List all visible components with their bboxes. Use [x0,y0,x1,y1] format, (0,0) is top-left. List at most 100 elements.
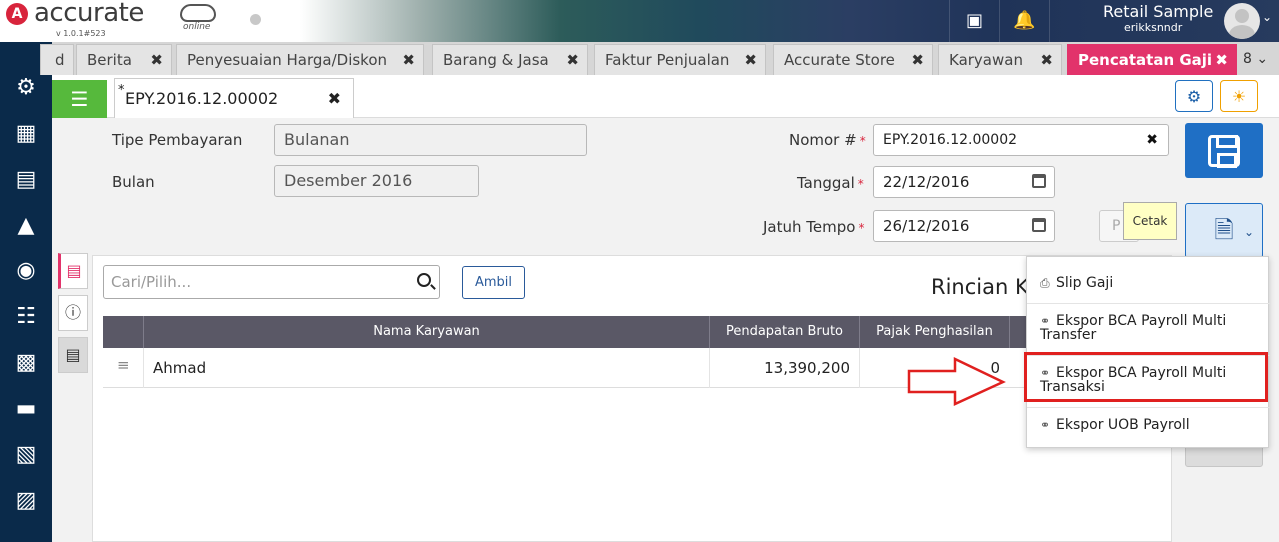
address-book-icon[interactable]: ▣ [949,0,999,42]
close-icon[interactable]: ✖ [1040,45,1053,75]
tab-strip: d Berita ✖ Penyesuaian Harga/Diskon ✖ Bara… [40,42,1279,75]
tab-label: Berita [87,51,132,69]
menu-item-label: Ekspor UOB Payroll [1056,417,1190,433]
menu-item-label: Ekspor BCA Payroll Multi Transfer [1040,313,1227,343]
status-dot [250,14,261,25]
header-handle-col [103,316,143,348]
tab-penyesuaian-harga[interactable]: Penyesuaian Harga/Diskon ✖ [176,44,424,75]
share-icon: ⚭ [1040,314,1051,328]
red-arrow-annotation [907,357,1006,406]
tab-faktur-penjualan[interactable]: Faktur Penjualan ✖ [594,44,766,75]
content-header: ☰ * EPY.2016.12.00002 ✖ ⚙ ☀ [52,75,1279,118]
tab-label: Pencatatan Gaji [1078,51,1213,69]
close-icon[interactable]: ✖ [744,45,757,75]
detail-tab[interactable]: ▤ [58,253,88,289]
tips-button[interactable]: ☀ [1220,80,1258,112]
tab-karyawan[interactable]: Karyawan ✖ [938,44,1062,75]
nomor-label: Nomor # * [789,131,866,149]
avatar[interactable] [1224,3,1260,39]
document-tab-label: EPY.2016.12.00002 [125,89,279,108]
brand-sub: online [183,22,211,32]
cart-icon[interactable]: ☷ [0,298,52,336]
close-icon[interactable]: ✖ [1215,45,1228,75]
jatuh-tempo-value: 26/12/2016 [883,217,970,235]
tab-overflow-count[interactable]: 8 ⌄ [1243,44,1268,75]
printer-icon: ⎙ [1040,276,1050,290]
chevron-down-icon[interactable]: ⌄ [1262,10,1272,24]
user-name[interactable]: Retail Sample [1103,2,1213,21]
jatuh-tempo-field[interactable]: 26/12/2016 [873,210,1055,242]
drag-handle-icon[interactable]: ≡ [117,356,130,374]
document-icon: ▤ [66,261,82,280]
jatuh-tempo-label-text: Jatuh Tempo [763,218,856,236]
jatuh-tempo-label: Jatuh Tempo * [763,218,864,236]
close-icon[interactable]: ✖ [911,45,924,75]
tab-barang-jasa[interactable]: Barang & Jasa ✖ [432,44,588,75]
menu-item-bca-multi-transfer[interactable]: ⚭ Ekspor BCA Payroll Multi Transfer [1027,303,1270,342]
nomor-label-text: Nomor # [789,131,857,149]
money-bag-icon[interactable]: ◉ [0,252,52,290]
search-placeholder: Cari/Pilih... [111,273,192,291]
tab-pencatatan-gaji[interactable]: Pencatatan Gaji ✖ [1067,44,1237,75]
ambil-button[interactable]: Ambil [462,266,525,299]
bank-icon[interactable]: ▲ [0,207,52,245]
tax-icon[interactable]: ▨ [0,482,52,520]
archive-tab[interactable]: ▤ [58,337,88,373]
accurate-logo-icon: A [6,3,28,25]
detail-panel: Cari/Pilih... Ambil Rincian Ka Nama Kary… [92,255,1172,542]
document-tab[interactable]: * EPY.2016.12.00002 ✖ [114,78,354,118]
user-id: erikksnndr [1124,21,1183,34]
tanggal-field[interactable]: 22/12/2016 [873,166,1055,198]
info-tab[interactable]: ⓘ [58,295,88,331]
close-icon[interactable]: ✖ [328,79,341,119]
menu-item-slip-gaji[interactable]: ⎙ Slip Gaji [1027,276,1270,290]
required-mark: * [859,134,866,148]
document-icon: 🗎 [1214,216,1234,244]
header-nama[interactable]: Nama Karyawan [143,316,709,348]
close-icon[interactable]: ✖ [150,45,163,75]
bell-icon[interactable]: 🔔 [999,0,1049,42]
calendar-icon[interactable] [1032,174,1046,188]
close-icon[interactable]: ✖ [566,45,579,75]
header-bruto[interactable]: Pendapatan Bruto [709,316,859,348]
cloud-icon [180,4,216,22]
building-icon[interactable]: ▦ [0,115,52,153]
version-label: v 1.0.1#523 [56,29,106,38]
unsaved-marker: * [118,83,125,98]
panel-title: Rincian Ka [931,275,1042,299]
close-icon[interactable]: ✖ [402,45,415,75]
search-input[interactable]: Cari/Pilih... [103,265,440,299]
book-icon[interactable]: ▤ [0,161,52,199]
print-button[interactable]: 🗎 ⌄ [1185,203,1263,258]
cash-register-icon[interactable]: ▧ [0,436,52,474]
bulan-label: Bulan [112,173,155,191]
tanggal-label-text: Tanggal [797,174,855,192]
save-button[interactable] [1185,123,1263,178]
clear-icon[interactable]: ✖ [1146,125,1158,155]
inventory-icon[interactable]: ▩ [0,344,52,382]
cell-bruto: 13,390,200 [709,348,859,388]
tanggal-label: Tanggal * [797,174,864,192]
menu-item-uob-payroll[interactable]: ⚭ Ekspor UOB Payroll [1027,407,1270,432]
tab-more-label: 8 [1243,51,1252,67]
factory-icon[interactable]: ▬ [0,390,52,428]
table-header: Nama Karyawan Pendapatan Bruto Pajak Pen… [103,316,1163,348]
tipe-pembayaran-label: Tipe Pembayaran [112,131,243,149]
search-icon[interactable] [417,273,431,287]
tipe-pembayaran-field[interactable]: Bulanan [274,124,587,156]
calendar-icon[interactable] [1032,218,1046,232]
menu-item-label: Slip Gaji [1056,275,1114,291]
bulan-field[interactable]: Desember 2016 [274,165,479,197]
header-pajak[interactable]: Pajak Penghasilan [859,316,1009,348]
nomor-field[interactable]: EPY.2016.12.00002 ✖ [873,124,1169,156]
nomor-value: EPY.2016.12.00002 [883,132,1018,148]
tab-label: Faktur Penjualan [605,51,730,69]
tab-label: Karyawan [949,51,1023,69]
settings-button[interactable]: ⚙ [1175,80,1213,112]
tab-label: Accurate Store [784,51,895,69]
share-icon: ⚭ [1040,418,1051,432]
tab-accurate-store[interactable]: Accurate Store ✖ [773,44,933,75]
tab-partial[interactable]: d [40,44,74,75]
list-view-button[interactable]: ☰ [52,80,107,118]
print-tooltip: Cetak [1123,202,1177,240]
